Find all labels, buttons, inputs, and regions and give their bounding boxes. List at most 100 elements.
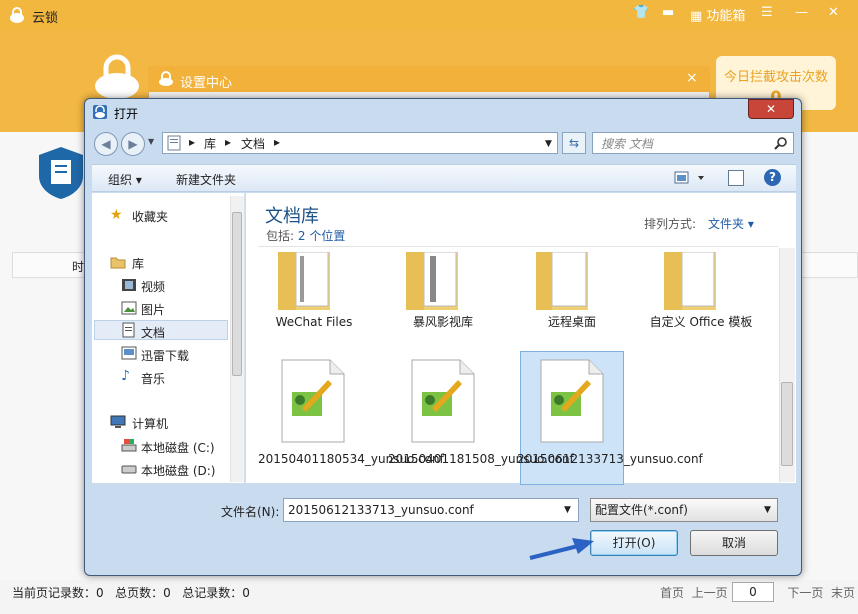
page-number-input[interactable]: 0 [732,582,774,602]
app-title: 云锁 [32,11,59,26]
address-dropdown-icon[interactable]: ▼ [545,139,552,149]
breadcrumb-library[interactable]: 库 [204,135,216,152]
video-icon [121,277,137,293]
library-title: 文档库 [265,206,319,227]
open-dialog-close-button[interactable]: ✕ [748,99,794,119]
filename-dropdown-icon[interactable]: ▼ [564,505,571,515]
help-icon[interactable]: ? [764,169,781,186]
open-dialog-title: 打开 [114,107,139,121]
prev-page-link[interactable]: 上一页 [692,586,728,600]
app-logo-icon [10,7,24,23]
organize-button[interactable]: 组织 ▾ [108,171,142,188]
nav-item-documents[interactable]: 文档 [141,324,165,342]
blocked-attacks-label: 今日拦截攻击次数 [723,70,828,85]
total-records-value: 0 [242,586,250,600]
first-page-link[interactable]: 首页 [660,586,684,600]
table-header-time: 时 [72,260,85,274]
folder-custom-office-templates[interactable]: 自定义 Office 模板 [646,314,756,330]
conf-file-icon[interactable] [410,358,476,444]
preview-pane-icon[interactable] [728,170,744,186]
file-20150401180534[interactable]: 20150401180534_yunsuo.conf [258,451,444,467]
arrange-by-dropdown[interactable]: 文件夹 ▾ [708,215,754,232]
skin-icon[interactable]: 👕 [633,5,649,25]
open-dialog-icon [93,105,107,119]
nav-pane-scroll-thumb[interactable] [232,212,242,376]
nav-item-drive-d[interactable]: 本地磁盘 (D:) [141,462,215,480]
arrange-by-label: 排列方式: [644,217,697,231]
filetype-select[interactable]: 配置文件(*.conf) [590,498,778,522]
record-stats: 当前页记录数：0 总页数：0 总记录数：0 [12,584,250,601]
total-pages-label: 总页数： [115,586,164,600]
change-view-icon[interactable] [674,170,710,186]
folder-icon[interactable] [660,252,720,312]
new-folder-button[interactable]: 新建文件夹 [176,171,236,188]
feature-box-button[interactable]: ▦ 功能箱 [690,5,745,25]
picture-icon [121,300,137,316]
open-button[interactable]: 打开(O) [590,530,678,556]
folder-icon[interactable] [402,252,462,312]
search-icon[interactable] [774,136,788,150]
download-icon [121,345,137,361]
settings-titlebar [148,66,710,92]
library-includes: 包括: 2 个位置 [266,227,345,244]
drive-c-icon [121,437,137,453]
minimize-icon[interactable]: — [795,5,808,25]
drive-d-icon [121,460,137,476]
nav-item-videos[interactable]: 视频 [141,278,165,296]
star-icon: ★ [110,207,123,223]
filetype-dropdown-icon[interactable]: ▼ [764,505,771,515]
folder-icon[interactable] [532,252,592,312]
music-icon: ♪ [121,368,130,384]
conf-file-icon[interactable] [539,358,605,444]
folder-wechat-files[interactable]: WeChat Files [259,314,369,330]
nav-item-pictures[interactable]: 图片 [141,301,165,319]
includes-locations-link[interactable]: 2 个位置 [298,229,345,243]
search-placeholder: 搜索 文档 [601,137,653,151]
breadcrumb-documents[interactable]: 文档 [241,135,265,152]
library-header-divider [258,246,778,247]
next-page-link[interactable]: 下一页 [787,586,823,600]
file-list-scroll-thumb[interactable] [781,382,793,466]
filename-input[interactable]: 20150612133713_yunsuo.conf [283,498,579,522]
folder-remote-desktop[interactable]: 远程桌面 [517,314,627,330]
current-records-label: 当前页记录数： [12,586,97,600]
last-page-link[interactable]: 末页 [831,586,855,600]
conf-file-icon[interactable] [280,358,346,444]
current-records-value: 0 [96,586,104,600]
message-icon[interactable]: ▬ [662,5,674,25]
nav-item-favorites[interactable]: 收藏夹 [132,208,168,226]
annotation-arrow-icon [529,538,594,560]
feature-box-label: 功能箱 [706,9,746,24]
nav-item-music[interactable]: 音乐 [141,370,165,388]
cancel-button[interactable]: 取消 [690,530,778,556]
includes-label: 包括: [266,229,295,243]
folder-baofeng-library[interactable]: 暴风影视库 [388,314,498,330]
address-bar[interactable] [162,132,558,154]
library-icon [110,254,126,270]
menu-icon[interactable]: ☰ [761,5,773,25]
nav-item-libraries[interactable]: 库 [132,255,144,273]
filename-label: 文件名(N): [221,505,280,519]
recent-locations-dropdown-icon[interactable]: ▼ [148,137,154,146]
settings-close-button[interactable]: × [686,70,698,86]
breadcrumb-separator-icon[interactable]: ▸ [274,135,280,149]
breadcrumb-separator-icon[interactable]: ▸ [189,135,195,149]
computer-icon [110,414,126,430]
back-button[interactable]: ◀ [94,132,118,156]
library-folder-icon [167,135,181,151]
nav-item-computer[interactable]: 计算机 [132,415,168,433]
nav-item-thunder-downloads[interactable]: 迅雷下载 [141,347,189,365]
total-pages-value: 0 [163,586,171,600]
forward-button[interactable]: ▶ [121,132,145,156]
file-20150612133713[interactable]: 20150612133713_yunsuo.conf [517,451,703,467]
nav-item-drive-c[interactable]: 本地磁盘 (C:) [141,439,215,457]
breadcrumb-separator-icon[interactable]: ▸ [225,135,231,149]
document-icon [121,322,137,338]
refresh-button[interactable]: ⇆ [562,132,586,154]
close-icon[interactable]: ✕ [828,5,839,25]
settings-title: 设置中心 [180,76,233,91]
mascot-lock-icon [95,54,139,99]
file-20150401181508[interactable]: 20150401181508_yunsuo.conf [388,451,574,467]
shield-icon [39,147,83,199]
folder-icon[interactable] [274,252,334,312]
